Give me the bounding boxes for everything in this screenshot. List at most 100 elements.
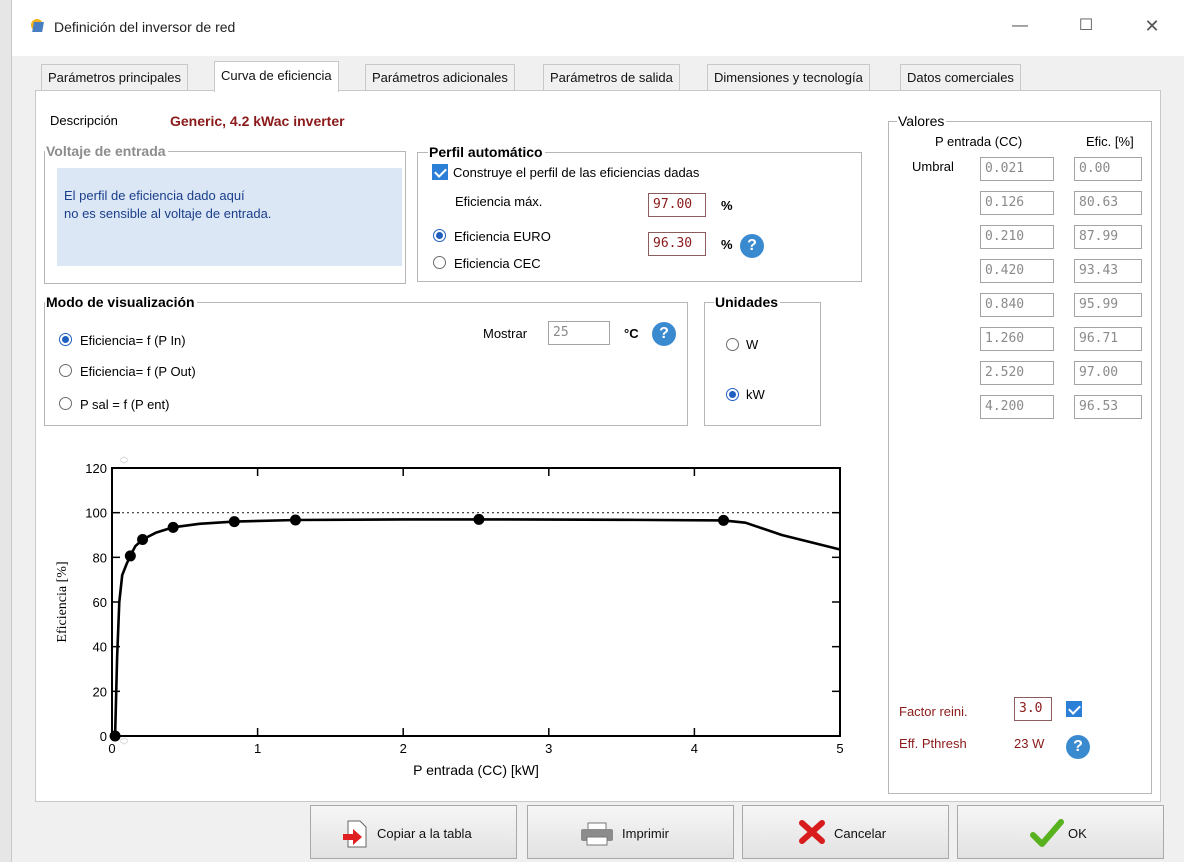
app-icon bbox=[28, 16, 46, 34]
close-button[interactable]: ✕ bbox=[1140, 14, 1164, 38]
y-tick-label: 60 bbox=[93, 595, 107, 610]
power-input-4[interactable]: 0.840 bbox=[980, 293, 1054, 317]
description-label: Descripción bbox=[50, 113, 118, 128]
view-pout-pin-label: P sal = f (P ent) bbox=[80, 397, 170, 412]
show-label: Mostrar bbox=[483, 326, 528, 341]
x-tick-label: 1 bbox=[254, 741, 261, 756]
copy-button-label: Copiar a la tabla bbox=[377, 826, 472, 841]
eff-input-3[interactable]: 93.43 bbox=[1074, 259, 1142, 283]
tab-main-parameters[interactable]: Parámetros principales bbox=[41, 64, 188, 90]
view-eff-pout-label: Eficiencia= f (P Out) bbox=[80, 364, 196, 379]
cancel-button[interactable]: Cancelar bbox=[742, 805, 949, 859]
checkmark-icon bbox=[1030, 819, 1064, 847]
y-tick-label: 80 bbox=[93, 550, 107, 565]
euro-input[interactable]: 96.30 bbox=[648, 232, 706, 256]
eff-input-6[interactable]: 97.00 bbox=[1074, 361, 1142, 385]
x-tick-label: 2 bbox=[400, 741, 407, 756]
power-input-3[interactable]: 0.420 bbox=[980, 259, 1054, 283]
ok-button[interactable]: OK bbox=[957, 805, 1164, 859]
power-input-1[interactable]: 0.126 bbox=[980, 191, 1054, 215]
copy-to-table-button[interactable]: Copiar a la tabla bbox=[310, 805, 517, 859]
power-input-6[interactable]: 2.520 bbox=[980, 361, 1054, 385]
power-input-0[interactable]: 0.021 bbox=[980, 157, 1054, 181]
cec-label: Eficiencia CEC bbox=[454, 256, 541, 271]
background-window-strip bbox=[0, 0, 12, 862]
eff-input-2[interactable]: 87.99 bbox=[1074, 225, 1142, 249]
power-input-5[interactable]: 1.260 bbox=[980, 327, 1054, 351]
eff-input-5[interactable]: 96.71 bbox=[1074, 327, 1142, 351]
units-w-label: W bbox=[746, 337, 759, 352]
pthresh-value: 23 W bbox=[1014, 736, 1045, 751]
y-tick-label: 120 bbox=[85, 461, 107, 476]
data-point bbox=[289, 514, 301, 526]
eff-input-1[interactable]: 80.63 bbox=[1074, 191, 1142, 215]
power-input-2[interactable]: 0.210 bbox=[980, 225, 1054, 249]
y-max-spinner[interactable]: ︿ ﹀ bbox=[118, 452, 130, 470]
tab-dimensions-technology[interactable]: Dimensiones y tecnología bbox=[707, 64, 870, 90]
window-title: Definición del inversor de red bbox=[54, 19, 236, 35]
y-tick-label: 20 bbox=[93, 684, 107, 699]
build-profile-checkbox[interactable] bbox=[432, 164, 448, 180]
voltage-info-line1: El perfil de eficiencia dado aquí bbox=[64, 188, 245, 203]
y-axis-label: Eficiencia [%] bbox=[55, 561, 70, 642]
units-w-radio[interactable] bbox=[726, 338, 739, 351]
cancel-button-label: Cancelar bbox=[834, 826, 887, 841]
help-icon[interactable]: ? bbox=[740, 234, 764, 258]
data-point bbox=[124, 550, 136, 562]
temperature-input[interactable]: 25 bbox=[548, 321, 610, 345]
units-kw-radio[interactable] bbox=[726, 388, 739, 401]
view-eff-pout-radio[interactable] bbox=[59, 364, 72, 377]
values-group bbox=[888, 121, 1152, 794]
minimize-button[interactable]: — bbox=[1008, 14, 1032, 38]
euro-radio[interactable] bbox=[433, 229, 446, 242]
tab-efficiency-curve[interactable]: Curva de eficiencia bbox=[214, 61, 339, 92]
view-eff-pin-radio[interactable] bbox=[59, 333, 72, 346]
x-tick-label: 4 bbox=[691, 741, 698, 756]
max-eff-label: Eficiencia máx. bbox=[455, 194, 543, 209]
view-pout-pin-radio[interactable] bbox=[59, 397, 72, 410]
ok-button-label: OK bbox=[1068, 826, 1087, 841]
tab-commercial-data[interactable]: Datos comerciales bbox=[900, 64, 1021, 90]
reset-factor-checkbox[interactable] bbox=[1066, 701, 1082, 717]
threshold-label: Umbral bbox=[912, 159, 954, 174]
data-point bbox=[137, 533, 149, 545]
help-icon[interactable]: ? bbox=[1066, 735, 1090, 759]
y-tick-label: 40 bbox=[93, 640, 107, 655]
max-eff-unit: % bbox=[721, 198, 733, 213]
tab-output-parameters[interactable]: Parámetros de salida bbox=[543, 64, 680, 90]
power-input-7[interactable]: 4.200 bbox=[980, 395, 1054, 419]
y-min-spinner[interactable]: ︿ ﹀ bbox=[118, 733, 130, 751]
copy-icon bbox=[343, 820, 367, 848]
plot-frame bbox=[111, 467, 841, 737]
pthresh-label: Eff. Pthresh bbox=[899, 736, 967, 751]
units-kw-label: kW bbox=[746, 387, 765, 402]
values-col-power: P entrada (CC) bbox=[935, 134, 1023, 149]
reset-factor-input[interactable]: 3.0 bbox=[1014, 697, 1052, 721]
tab-additional-parameters[interactable]: Parámetros adicionales bbox=[365, 64, 515, 90]
data-point bbox=[167, 521, 179, 533]
voltage-group-title: Voltaje de entrada bbox=[45, 143, 168, 159]
description-value: Generic, 4.2 kWac inverter bbox=[170, 113, 345, 129]
cancel-x-icon bbox=[799, 820, 825, 844]
maximize-button[interactable]: ☐ bbox=[1074, 14, 1098, 38]
auto-profile-title: Perfil automático bbox=[428, 144, 545, 160]
eff-input-4[interactable]: 95.99 bbox=[1074, 293, 1142, 317]
eff-input-7[interactable]: 96.53 bbox=[1074, 395, 1142, 419]
y-tick-label: 100 bbox=[85, 506, 107, 521]
view-eff-pin-label: Eficiencia= f (P In) bbox=[80, 333, 186, 348]
euro-unit: % bbox=[721, 237, 733, 252]
print-button[interactable]: Imprimir bbox=[527, 805, 734, 859]
view-mode-title: Modo de visualización bbox=[45, 294, 197, 310]
cec-radio[interactable] bbox=[433, 256, 446, 269]
build-profile-label: Construye el perfil de las eficiencias d… bbox=[453, 165, 700, 180]
help-icon[interactable]: ? bbox=[652, 322, 676, 346]
x-tick-label: 0 bbox=[108, 741, 115, 756]
y-tick-label: 0 bbox=[100, 729, 107, 744]
data-point bbox=[718, 514, 730, 526]
x-axis-label: P entrada (CC) [kW] bbox=[413, 762, 539, 778]
eff-input-0[interactable]: 0.00 bbox=[1074, 157, 1142, 181]
x-tick-label: 3 bbox=[545, 741, 552, 756]
data-point bbox=[473, 513, 485, 525]
temperature-unit: °C bbox=[624, 326, 639, 341]
max-eff-input[interactable]: 97.00 bbox=[648, 193, 706, 217]
